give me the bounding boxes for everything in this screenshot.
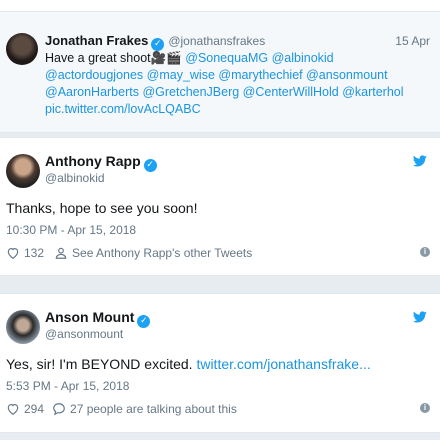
tweet-link[interactable]: pic.twitter.com/lovAcLQABC bbox=[45, 102, 201, 116]
person-icon[interactable] bbox=[54, 246, 68, 260]
heart-icon[interactable] bbox=[6, 402, 20, 416]
tweet-card[interactable]: Anthony Rapp ✓ @albinokid Thanks, hope to… bbox=[0, 137, 440, 276]
author-handle[interactable]: @jonathansfrakes bbox=[168, 34, 265, 48]
avatar[interactable] bbox=[6, 310, 40, 344]
tweet-date[interactable]: 15 Apr bbox=[395, 34, 430, 48]
tweet-text-prefix: Have a great shoot bbox=[45, 51, 151, 65]
tweet-timestamp[interactable]: 5:53 PM - Apr 15, 2018 bbox=[6, 379, 129, 393]
avatar[interactable] bbox=[6, 154, 40, 188]
emoji: 🎥🎬 bbox=[150, 51, 182, 65]
tweet-timestamp[interactable]: 10:30 PM - Apr 15, 2018 bbox=[6, 223, 136, 237]
tweet-link[interactable]: twitter.com/jonathansfrake... bbox=[196, 356, 370, 372]
tweet-actions: 294 27 people are talking about this bbox=[6, 402, 237, 416]
author-name[interactable]: Jonathan Frakes bbox=[45, 33, 148, 48]
mentions-line[interactable]: @actordougjones @may_wise @marythechief … bbox=[45, 68, 388, 82]
conversation-link[interactable]: 27 people are talking about this bbox=[70, 402, 237, 416]
like-count[interactable]: 132 bbox=[24, 246, 44, 260]
author-name[interactable]: Anthony Rapp bbox=[45, 153, 141, 169]
author-row: Jonathan Frakes ✓ @jonathansfrakes bbox=[45, 33, 265, 51]
mentions-line[interactable]: @AaronHarberts @GretchenJBerg @CenterWil… bbox=[45, 85, 404, 99]
verified-badge-icon: ✓ bbox=[143, 159, 157, 172]
tweet-text: Have a great shoot🎥🎬 @SonequaMG @albinok… bbox=[45, 50, 435, 118]
twitter-bird-icon[interactable] bbox=[412, 310, 428, 324]
tweet-card[interactable]: Anson Mount ✓ @ansonmount Yes, sir! I'm B… bbox=[0, 293, 440, 433]
avatar[interactable] bbox=[6, 33, 38, 65]
tweet-text-body: Yes, sir! I'm BEYOND excited. bbox=[6, 356, 193, 372]
mentions-line[interactable]: @SonequaMG @albinokid bbox=[185, 51, 333, 65]
divider bbox=[0, 0, 440, 12]
tweet-text: Yes, sir! I'm BEYOND excited. twitter.co… bbox=[6, 356, 371, 372]
speech-bubble-icon[interactable] bbox=[52, 402, 66, 416]
tweet-text: Thanks, hope to see you soon! bbox=[6, 200, 198, 216]
author-name[interactable]: Anson Mount bbox=[45, 309, 134, 325]
verified-badge-icon: ✓ bbox=[137, 315, 151, 328]
author-handle[interactable]: @albinokid bbox=[45, 171, 105, 185]
other-tweets-link[interactable]: See Anthony Rapp's other Tweets bbox=[72, 246, 252, 260]
tweet-actions: 132 See Anthony Rapp's other Tweets bbox=[6, 246, 252, 260]
quoted-tweet[interactable]: Jonathan Frakes ✓ @jonathansfrakes 15 Apr … bbox=[0, 0, 440, 133]
author-name-row: Anthony Rapp ✓ bbox=[45, 153, 157, 172]
author-name-row: Anson Mount ✓ bbox=[45, 309, 151, 328]
heart-icon[interactable] bbox=[6, 246, 20, 260]
twitter-bird-icon[interactable] bbox=[412, 154, 428, 168]
like-count[interactable]: 294 bbox=[24, 402, 44, 416]
author-handle[interactable]: @ansonmount bbox=[45, 327, 123, 341]
info-icon[interactable]: i bbox=[420, 247, 430, 257]
info-icon[interactable]: i bbox=[420, 403, 430, 413]
